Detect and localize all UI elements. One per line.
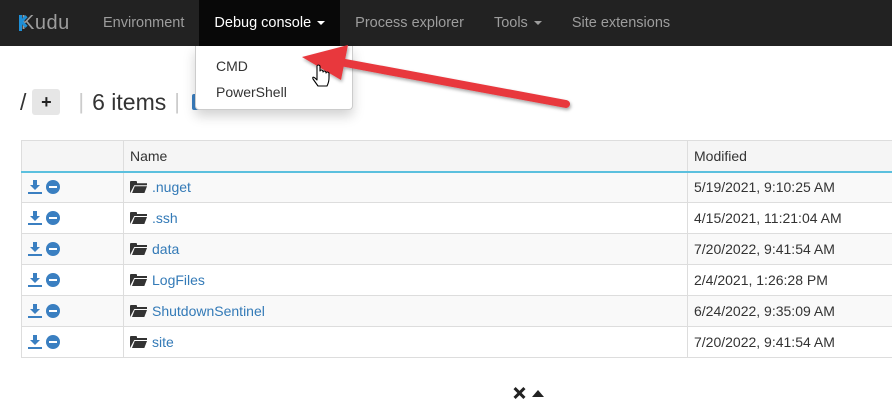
folder-link[interactable]: .nuget [152, 179, 191, 195]
row-actions [22, 265, 124, 296]
name-cell: .ssh [124, 203, 688, 234]
folder-link[interactable]: LogFiles [152, 272, 205, 288]
nav-tools[interactable]: Tools [479, 0, 557, 46]
delete-icon[interactable] [46, 304, 60, 318]
modified-cell: 7/20/2022, 9:41:54 AM [688, 234, 892, 265]
debug-console-dropdown: CMD PowerShell [195, 46, 353, 110]
add-button[interactable]: + [32, 89, 60, 115]
delete-icon[interactable] [46, 242, 60, 256]
nav-environment-label: Environment [103, 15, 184, 31]
row-actions [22, 172, 124, 203]
nav-site-extensions-label: Site extensions [572, 15, 670, 31]
row-actions [22, 203, 124, 234]
download-icon[interactable] [28, 335, 42, 349]
download-icon[interactable] [28, 180, 42, 194]
items-count: 6 items [92, 89, 166, 116]
table-row: data 7/20/2022, 9:41:54 AM [22, 234, 892, 265]
download-icon[interactable] [28, 273, 42, 287]
bottom-partial-icons [512, 388, 552, 398]
row-actions [22, 327, 124, 358]
folder-open-icon [130, 243, 147, 255]
close-icon[interactable] [512, 388, 526, 398]
delete-icon[interactable] [46, 335, 60, 349]
folder-link[interactable]: .ssh [152, 210, 178, 226]
folder-link[interactable]: data [152, 241, 179, 257]
maximize-icon[interactable] [532, 390, 544, 397]
modified-cell: 5/19/2021, 9:10:25 AM [688, 172, 892, 203]
nav-debug-console-label: Debug console [214, 15, 311, 31]
folder-link[interactable]: site [152, 334, 174, 350]
dropdown-item-powershell[interactable]: PowerShell [196, 79, 352, 105]
caret-down-icon [317, 21, 325, 25]
toolbar-divider: | [78, 89, 84, 115]
folder-open-icon [130, 336, 147, 348]
kudu-logo-icon [19, 15, 27, 31]
folder-open-icon [130, 181, 147, 193]
modified-cell: 4/15/2021, 11:21:04 AM [688, 203, 892, 234]
top-navbar: Kudu Environment Debug console Process e… [0, 0, 892, 46]
nav-tools-label: Tools [494, 15, 528, 31]
table-row: .nuget 5/19/2021, 9:10:25 AM [22, 172, 892, 203]
name-cell: ShutdownSentinel [124, 296, 688, 327]
nav-debug-console[interactable]: Debug console [199, 0, 340, 46]
caret-down-icon [534, 21, 542, 25]
actions-column-header [22, 141, 124, 172]
table-row: LogFiles 2/4/2021, 1:26:28 PM [22, 265, 892, 296]
table-row: ShutdownSentinel 6/24/2022, 9:35:09 AM [22, 296, 892, 327]
delete-icon[interactable] [46, 211, 60, 225]
download-icon[interactable] [28, 211, 42, 225]
nav-environment[interactable]: Environment [88, 0, 199, 46]
name-cell: .nuget [124, 172, 688, 203]
toolbar-divider: | [174, 89, 180, 115]
table-row: .ssh 4/15/2021, 11:21:04 AM [22, 203, 892, 234]
table-row: site 7/20/2022, 9:41:54 AM [22, 327, 892, 358]
folder-link[interactable]: ShutdownSentinel [152, 303, 265, 319]
modified-cell: 2/4/2021, 1:26:28 PM [688, 265, 892, 296]
modified-column-header[interactable]: Modified [688, 141, 892, 172]
folder-open-icon [130, 305, 147, 317]
folder-open-icon [130, 212, 147, 224]
row-actions [22, 296, 124, 327]
name-cell: LogFiles [124, 265, 688, 296]
modified-cell: 7/20/2022, 9:41:54 AM [688, 327, 892, 358]
name-cell: data [124, 234, 688, 265]
table-header-row: Name Modified [22, 141, 892, 172]
row-actions [22, 234, 124, 265]
nav-process-explorer-label: Process explorer [355, 15, 464, 31]
folder-open-icon [130, 274, 147, 286]
nav-process-explorer[interactable]: Process explorer [340, 0, 479, 46]
nav-site-extensions[interactable]: Site extensions [557, 0, 685, 46]
dropdown-item-cmd[interactable]: CMD [196, 53, 352, 79]
modified-cell: 6/24/2022, 9:35:09 AM [688, 296, 892, 327]
file-table: Name Modified .nuget 5/19/2021, 9:10:25 … [21, 140, 892, 358]
name-cell: site [124, 327, 688, 358]
download-icon[interactable] [28, 242, 42, 256]
brand-logo[interactable]: Kudu [0, 0, 88, 46]
delete-icon[interactable] [46, 273, 60, 287]
delete-icon[interactable] [46, 180, 60, 194]
download-icon[interactable] [28, 304, 42, 318]
path-root[interactable]: / [20, 89, 26, 116]
name-column-header[interactable]: Name [124, 141, 688, 172]
